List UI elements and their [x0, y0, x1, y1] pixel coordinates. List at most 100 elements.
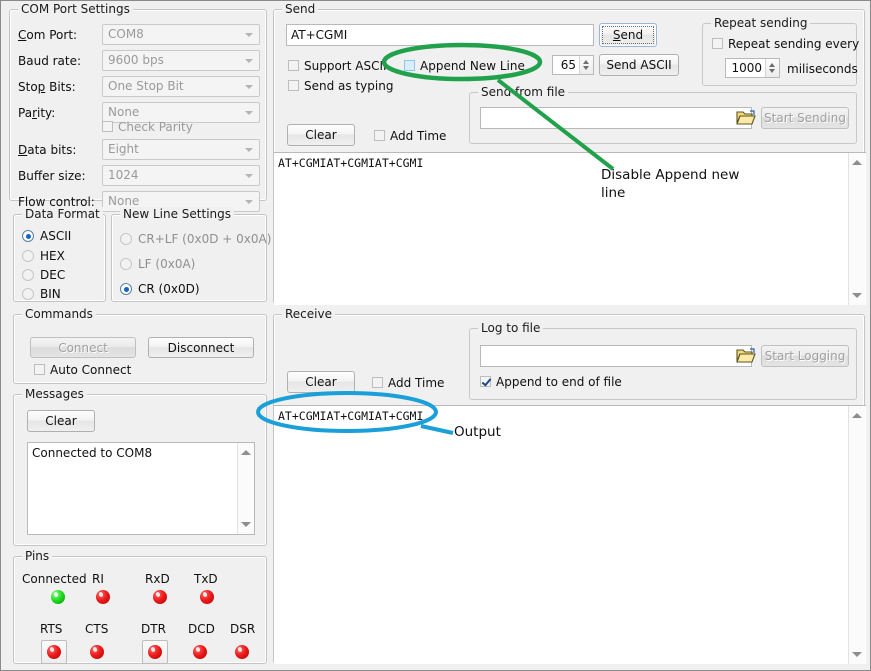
spinner-down-icon[interactable]: [583, 66, 589, 70]
messages-scrollbar[interactable]: [237, 443, 254, 534]
pin-label-dcd: DCD: [188, 622, 215, 636]
flow-control-value: None: [108, 194, 139, 208]
receive-title: Receive: [282, 307, 335, 321]
disconnect-button[interactable]: Disconnect: [148, 337, 254, 358]
scroll-up-icon[interactable]: [852, 160, 862, 165]
receive-output-text: AT+CGMIAT+CGMIAT+CGMI: [278, 409, 848, 423]
repeat-interval-spinner[interactable]: 1000: [725, 58, 780, 78]
log-to-file-title: Log to file: [478, 321, 543, 335]
pin-label-rts: RTS: [40, 622, 62, 636]
radio-hex[interactable]: HEX: [22, 249, 65, 263]
spinner-buttons[interactable]: [579, 56, 593, 74]
receive-clear-button[interactable]: Clear: [287, 371, 355, 393]
radio-ring: [22, 230, 34, 242]
buffer-size-combo[interactable]: 1024: [102, 165, 260, 186]
chevron-down-icon: [245, 174, 253, 178]
start-sending-button[interactable]: Start Sending: [761, 107, 849, 129]
send-log-text: AT+CGMIAT+CGMIAT+CGMI: [278, 156, 848, 170]
pin-led-txd: [200, 590, 214, 604]
send-ascii-label: Send ASCII: [606, 58, 671, 72]
checkbox-box: [288, 60, 299, 71]
receive-add-time-checkbox[interactable]: Add Time: [372, 376, 444, 390]
scroll-up-icon[interactable]: [241, 450, 251, 455]
scroll-down-icon[interactable]: [852, 652, 862, 657]
scroll-up-icon[interactable]: [852, 413, 862, 418]
spinner-down-icon[interactable]: [769, 69, 775, 73]
messages-clear-button[interactable]: Clear: [27, 410, 95, 432]
green-annotation-text: Disable Append new line: [601, 166, 751, 202]
pin-label-dsr: DSR: [230, 622, 255, 636]
com-port-combo[interactable]: COM8: [102, 24, 260, 45]
receive-output-textarea[interactable]: AT+CGMIAT+CGMIAT+CGMI: [274, 405, 866, 664]
radio-crlf[interactable]: CR+LF (0x0D + 0x0A): [120, 232, 271, 246]
messages-textarea[interactable]: Connected to COM8: [27, 442, 255, 535]
pin-label-txd: TxD: [194, 572, 218, 586]
send-log-textarea[interactable]: AT+CGMIAT+CGMIAT+CGMI: [274, 152, 866, 305]
auto-connect-checkbox[interactable]: Auto Connect: [34, 363, 131, 377]
radio-bin[interactable]: BIN: [22, 287, 61, 301]
ascii-code-value: 65: [553, 56, 579, 74]
ascii-code-spinner[interactable]: 65: [552, 55, 594, 75]
repeat-sending-group: Repeat sending Repeat sending every 1000…: [702, 23, 857, 86]
spinner-up-icon[interactable]: [583, 60, 589, 64]
baud-rate-label: Baud rate:: [18, 54, 81, 68]
append-new-line-checkbox[interactable]: Append New Line: [404, 59, 525, 73]
send-as-typing-checkbox[interactable]: Send as typing: [288, 79, 393, 93]
check-parity-checkbox[interactable]: Check Parity: [102, 120, 193, 134]
checkbox-box: [480, 376, 491, 387]
scroll-down-icon[interactable]: [241, 522, 251, 527]
receive-add-time-label: Add Time: [388, 376, 444, 390]
messages-group: Messages Clear Connected to COM8: [13, 394, 267, 546]
folder-open-icon[interactable]: [735, 346, 757, 366]
send-button[interactable]: Send: [599, 23, 657, 47]
checkbox-box: [372, 377, 383, 388]
parity-value: None: [108, 105, 139, 119]
baud-rate-combo[interactable]: 9600 bps: [102, 50, 260, 71]
support-ascii-label: Support ASCII: [304, 59, 387, 73]
send-input[interactable]: AT+CGMI: [286, 24, 594, 46]
scroll-down-icon[interactable]: [852, 293, 862, 298]
support-ascii-checkbox[interactable]: Support ASCII: [288, 59, 387, 73]
checkbox-box: [102, 121, 113, 132]
connect-button-label: Connect: [58, 341, 108, 355]
radio-dec[interactable]: DEC: [22, 268, 65, 282]
stop-bits-combo[interactable]: One Stop Bit: [102, 76, 260, 97]
send-file-path-input[interactable]: [480, 107, 752, 129]
send-ascii-button[interactable]: Send ASCII: [599, 54, 679, 76]
messages-title: Messages: [22, 387, 87, 401]
stop-bits-label: Stop Bits:: [18, 80, 76, 94]
send-from-file-title: Send from file: [478, 85, 568, 99]
connect-button[interactable]: Connect: [30, 337, 136, 358]
disconnect-button-label: Disconnect: [168, 341, 235, 355]
append-to-end-checkbox[interactable]: Append to end of file: [480, 375, 622, 389]
radio-cr[interactable]: CR (0x0D): [120, 282, 200, 296]
log-file-path-input[interactable]: [480, 345, 752, 367]
send-title: Send: [282, 2, 318, 16]
radio-dec-label: DEC: [40, 268, 65, 282]
start-logging-button[interactable]: Start Logging: [761, 345, 849, 367]
send-from-file-group: Send from file Start Sending: [469, 92, 857, 144]
stop-bits-value: One Stop Bit: [108, 79, 184, 93]
data-bits-combo[interactable]: Eight: [102, 139, 260, 160]
radio-ascii[interactable]: ASCII: [22, 229, 71, 243]
folder-open-icon[interactable]: [735, 108, 757, 128]
send-add-time-checkbox[interactable]: Add Time: [374, 129, 446, 143]
repeat-sending-checkbox[interactable]: Repeat sending every: [712, 37, 859, 51]
radio-cr-label: CR (0x0D): [138, 282, 200, 296]
append-new-line-label: Append New Line: [420, 59, 525, 73]
commands-group: Commands Connect Disconnect Auto Connect: [13, 314, 267, 384]
repeat-unit-label: miliseconds: [787, 62, 858, 76]
chevron-down-icon: [245, 111, 253, 115]
receive-scrollbar[interactable]: [848, 406, 865, 664]
new-line-settings-title: New Line Settings: [120, 207, 234, 221]
send-log-scrollbar[interactable]: [848, 153, 865, 305]
radio-bin-label: BIN: [40, 287, 61, 301]
new-line-settings-group: New Line Settings CR+LF (0x0D + 0x0A) LF…: [111, 214, 267, 302]
spinner-up-icon[interactable]: [769, 63, 775, 67]
radio-lf[interactable]: LF (0x0A): [120, 257, 195, 271]
chevron-down-icon: [245, 33, 253, 37]
blue-annotation-text: Output: [454, 423, 501, 441]
send-clear-button[interactable]: Clear: [287, 124, 355, 146]
spinner-buttons[interactable]: [765, 59, 779, 77]
pin-led-dtr: [148, 645, 162, 659]
